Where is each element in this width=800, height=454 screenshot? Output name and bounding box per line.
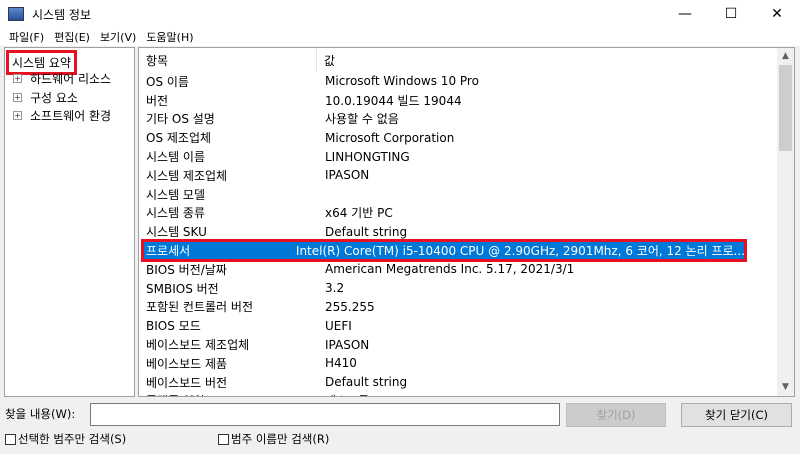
table-row[interactable]: 시스템 제조업체 IPASON bbox=[139, 166, 779, 185]
row-value: Default string bbox=[325, 375, 408, 390]
tree-item-software-environment[interactable]: + 소프트웨어 환경 bbox=[13, 107, 111, 124]
find-input[interactable] bbox=[90, 403, 560, 426]
row-item: 시스템 이름 bbox=[146, 150, 206, 165]
row-value: Microsoft Windows 10 Pro bbox=[325, 74, 479, 89]
category-tree: 시스템 요약 + 하드웨어 리소스 + 구성 요소 + 소프트웨어 환경 bbox=[4, 47, 135, 397]
tree-item-label: 하드웨어 리소스 bbox=[30, 72, 112, 86]
row-item: OS 제조업체 bbox=[146, 131, 212, 146]
row-item: 베이스보드 버전 bbox=[146, 375, 228, 390]
row-value: 데스크톱 bbox=[317, 392, 369, 396]
column-header-value[interactable]: 값 bbox=[317, 52, 335, 69]
vertical-scrollbar[interactable]: ▲ ▼ bbox=[777, 48, 794, 396]
checkbox-label: 범주 이름만 검색(R) bbox=[231, 432, 330, 446]
row-value: Intel(R) Core(TM) i5-10400 CPU @ 2.90GHz… bbox=[295, 244, 745, 259]
table-row[interactable]: 시스템 종류 x64 기반 PC bbox=[139, 204, 779, 223]
search-category-names-checkbox[interactable]: 범주 이름만 검색(R) bbox=[218, 431, 329, 447]
row-item: OS 이름 bbox=[146, 74, 189, 89]
close-find-button[interactable]: 찾기 닫기(C) bbox=[681, 403, 792, 427]
table-row-selected[interactable]: 프로세서 Intel(R) Core(TM) i5-10400 CPU @ 2.9… bbox=[141, 239, 747, 262]
tree-item-hardware-resources[interactable]: + 하드웨어 리소스 bbox=[13, 70, 111, 87]
table-row[interactable]: 베이스보드 제품 H410 bbox=[139, 354, 779, 373]
table-row[interactable]: 플랫폼 역할데스크톱 bbox=[139, 392, 779, 396]
column-header-item[interactable]: 항목 bbox=[139, 48, 317, 72]
minimize-button[interactable]: — bbox=[662, 0, 708, 28]
menu-view[interactable]: 보기(V) bbox=[95, 29, 141, 45]
row-item: 시스템 제조업체 bbox=[146, 168, 228, 183]
table-row[interactable]: BIOS 모드 UEFI bbox=[139, 316, 779, 335]
table-row[interactable]: 버전 10.0.19044 빌드 19044 bbox=[139, 91, 779, 110]
row-item: 베이스보드 제품 bbox=[146, 356, 228, 371]
row-item: 기타 OS 설명 bbox=[146, 112, 215, 127]
row-value: UEFI bbox=[325, 318, 352, 333]
row-item: 플랫폼 역할 bbox=[139, 392, 317, 396]
row-value: H410 bbox=[325, 356, 357, 371]
list-header: 항목 값 bbox=[139, 48, 779, 72]
table-row[interactable]: 베이스보드 버전 Default string bbox=[139, 373, 779, 392]
row-value: American Megatrends Inc. 5.17, 2021/3/1 bbox=[325, 262, 575, 277]
find-label: 찾을 내용(W): bbox=[5, 407, 76, 421]
row-value: 사용할 수 없음 bbox=[325, 112, 399, 127]
row-item: BIOS 버전/날짜 bbox=[146, 262, 227, 277]
title-bar: 시스템 정보 — ☐ ✕ bbox=[0, 0, 800, 28]
table-row[interactable]: OS 제조업체 Microsoft Corporation bbox=[139, 128, 779, 147]
search-selected-category-checkbox[interactable]: 선택한 범주만 검색(S) bbox=[5, 431, 126, 447]
row-item: SMBIOS 버전 bbox=[146, 281, 219, 296]
expand-icon[interactable]: + bbox=[13, 74, 22, 83]
tree-item-label: 구성 요소 bbox=[30, 91, 78, 105]
checkbox-icon[interactable] bbox=[218, 433, 229, 445]
system-info-app-icon bbox=[8, 7, 24, 21]
row-item: 버전 bbox=[146, 93, 169, 108]
row-item: 베이스보드 제조업체 bbox=[146, 338, 250, 353]
row-item: 시스템 SKU bbox=[146, 225, 207, 240]
row-item: 포함된 컨트롤러 버전 bbox=[146, 300, 253, 315]
row-value: 10.0.19044 빌드 19044 bbox=[325, 93, 462, 108]
table-row[interactable]: 시스템 SKU Default string bbox=[139, 222, 779, 241]
row-value: 255.255 bbox=[325, 299, 375, 314]
row-item: 시스템 종류 bbox=[146, 206, 206, 221]
table-row[interactable]: 포함된 컨트롤러 버전 255.255 bbox=[139, 298, 779, 317]
maximize-button[interactable]: ☐ bbox=[708, 0, 754, 28]
row-item: BIOS 모드 bbox=[146, 319, 201, 334]
expand-icon[interactable]: + bbox=[13, 111, 22, 120]
tree-item-components[interactable]: + 구성 요소 bbox=[13, 89, 78, 106]
scroll-up-icon[interactable]: ▲ bbox=[777, 48, 794, 65]
table-row[interactable]: 시스템 이름 LINHONGTING bbox=[139, 147, 779, 166]
row-value: IPASON bbox=[325, 337, 370, 352]
table-row[interactable]: BIOS 버전/날짜 American Megatrends Inc. 5.17,… bbox=[139, 260, 779, 279]
menu-edit[interactable]: 편집(E) bbox=[49, 29, 95, 45]
row-value: Microsoft Corporation bbox=[325, 130, 455, 145]
find-button[interactable]: 찾기(D) bbox=[566, 403, 666, 427]
menu-bar: 파일(F) 편집(E) 보기(V) 도움말(H) bbox=[0, 28, 800, 46]
details-list: 항목 값 OS 이름 Microsoft Windows 10 Pro 버전 10.0… bbox=[138, 47, 795, 397]
row-value: IPASON bbox=[325, 168, 370, 183]
expand-icon[interactable]: + bbox=[13, 93, 22, 102]
window-title: 시스템 정보 bbox=[32, 7, 92, 22]
checkbox-label: 선택한 범주만 검색(S) bbox=[18, 432, 127, 446]
table-row[interactable]: SMBIOS 버전 3.2 bbox=[139, 279, 779, 298]
checkbox-icon[interactable] bbox=[5, 433, 16, 445]
close-button[interactable]: ✕ bbox=[754, 0, 800, 28]
row-value: LINHONGTING bbox=[325, 149, 410, 164]
scroll-thumb[interactable] bbox=[779, 65, 792, 151]
table-row[interactable]: OS 이름 Microsoft Windows 10 Pro bbox=[139, 72, 779, 91]
tree-item-label: 소프트웨어 환경 bbox=[30, 109, 112, 123]
row-item: 프로세서 bbox=[146, 244, 191, 259]
table-row[interactable]: 시스템 모델 bbox=[139, 185, 779, 204]
scroll-down-icon[interactable]: ▼ bbox=[777, 379, 794, 396]
row-value: x64 기반 PC bbox=[325, 206, 393, 221]
row-value: 3.2 bbox=[325, 281, 345, 296]
row-item: 시스템 모델 bbox=[146, 187, 206, 202]
table-row[interactable]: 베이스보드 제조업체 IPASON bbox=[139, 335, 779, 354]
table-row[interactable]: 기타 OS 설명 사용할 수 없음 bbox=[139, 110, 779, 129]
menu-help[interactable]: 도움말(H) bbox=[141, 29, 198, 45]
menu-file[interactable]: 파일(F) bbox=[4, 29, 49, 45]
row-value: Default string bbox=[325, 224, 408, 239]
